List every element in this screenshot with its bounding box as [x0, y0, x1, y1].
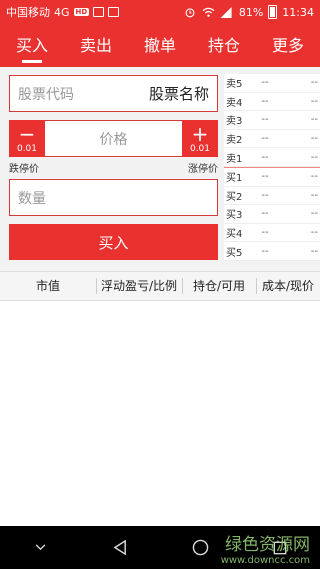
- column-floating-pnl[interactable]: 浮动盈亏/比例: [96, 271, 182, 301]
- order-book-divider: [224, 166, 320, 168]
- clock: 11:34: [282, 5, 314, 19]
- limit-price-row: 跌停价 涨停价: [9, 160, 218, 176]
- carrier-label: 中国移动: [6, 6, 50, 19]
- tab-buy[interactable]: 买入: [14, 24, 50, 67]
- book-price: --: [261, 245, 269, 257]
- stock-name-label: 股票名称: [148, 85, 209, 103]
- book-price: --: [261, 95, 269, 107]
- image-icon: [93, 7, 105, 17]
- android-nav-bar: 绿色资源网 www.downcc.com: [0, 526, 320, 569]
- book-volume: --: [310, 171, 318, 183]
- book-volume: --: [310, 77, 318, 89]
- limit-down-label: 跌停价: [9, 164, 39, 175]
- signal-icon: [220, 6, 232, 18]
- book-level-label: 卖4: [226, 97, 243, 109]
- stock-code-input[interactable]: 股票代码 股票名称: [9, 75, 218, 112]
- order-book-row: 买4 -- --: [224, 224, 320, 243]
- stock-code-placeholder: 股票代码: [18, 86, 74, 103]
- order-book-row: 卖2 -- --: [224, 130, 320, 149]
- book-volume: --: [310, 245, 318, 257]
- app-notification-icon: [108, 7, 120, 17]
- book-level-label: 买5: [226, 247, 243, 259]
- price-input[interactable]: 价格: [45, 120, 182, 157]
- book-price: --: [261, 114, 269, 126]
- order-book-row: 买3 -- --: [224, 205, 320, 224]
- book-level-label: 卖5: [226, 79, 243, 91]
- book-price: --: [261, 208, 269, 220]
- order-book-row: 买1 -- --: [224, 168, 320, 187]
- book-price: --: [261, 189, 269, 201]
- order-book: 卖5 -- -- 卖4 -- -- 卖3 -- -- 卖2 -- -- 卖1 -…: [224, 74, 320, 261]
- tab-holdings[interactable]: 持仓: [206, 24, 242, 67]
- book-price: --: [261, 77, 269, 89]
- price-placeholder: 价格: [99, 131, 128, 148]
- book-level-label: 买2: [226, 191, 243, 203]
- holdings-table-header: 市值 浮动盈亏/比例 持仓/可用 成本/现价: [0, 271, 320, 301]
- home-circle-icon: [192, 539, 208, 556]
- book-price: --: [261, 151, 269, 163]
- nav-back-button[interactable]: [100, 533, 140, 563]
- price-stepper: − 0.01 价格 + 0.01: [9, 120, 218, 157]
- increase-step-label: 0.01: [189, 143, 211, 154]
- book-volume: --: [310, 114, 318, 126]
- minus-icon: −: [18, 121, 36, 146]
- status-bar: 中国移动 4G HD 81% 11:34: [0, 0, 320, 24]
- quantity-input[interactable]: 数量: [9, 179, 218, 216]
- site-watermark: 绿色资源网 www.downcc.com: [221, 530, 310, 566]
- order-book-row: 卖3 -- --: [224, 111, 320, 130]
- book-level-label: 买3: [226, 210, 243, 222]
- quantity-placeholder: 数量: [18, 190, 46, 207]
- column-position-available[interactable]: 持仓/可用: [182, 271, 256, 301]
- alarm-icon: [185, 7, 195, 17]
- decrease-step-label: 0.01: [16, 143, 38, 154]
- order-book-row: 买5 -- --: [224, 242, 320, 261]
- book-price: --: [261, 227, 269, 239]
- book-level-label: 卖2: [226, 135, 243, 147]
- watermark-text: 绿色资源网: [225, 535, 310, 555]
- price-decrease-button[interactable]: − 0.01: [9, 120, 45, 157]
- book-level-label: 卖1: [226, 153, 243, 165]
- book-volume: --: [310, 189, 318, 201]
- wifi-icon: [202, 7, 215, 17]
- nav-home-button[interactable]: [180, 533, 220, 563]
- book-volume: --: [310, 151, 318, 163]
- limit-up-label: 涨停价: [188, 164, 218, 175]
- book-volume: --: [310, 133, 318, 145]
- back-triangle-icon: [113, 540, 126, 555]
- order-form: 股票代码 股票名称 − 0.01 价格 + 0.01 跌停价 涨停价 数量 买入: [9, 75, 218, 260]
- battery-percent: 81%: [238, 5, 264, 19]
- book-volume: --: [310, 227, 318, 239]
- order-book-row: 买2 -- --: [224, 187, 320, 206]
- tab-more[interactable]: 更多: [270, 24, 306, 67]
- plus-icon: +: [191, 121, 209, 146]
- chevron-down-icon: [35, 544, 45, 551]
- tab-cancel-order[interactable]: 撤单: [142, 24, 178, 67]
- tab-sell[interactable]: 卖出: [78, 24, 114, 67]
- watermark-url: www.downcc.com: [220, 555, 310, 566]
- buy-button[interactable]: 买入: [9, 224, 218, 260]
- book-level-label: 买4: [226, 229, 243, 241]
- column-market-value[interactable]: 市值: [0, 271, 96, 301]
- book-price: --: [261, 171, 269, 183]
- order-book-row: 卖4 -- --: [224, 93, 320, 112]
- column-cost-current-price[interactable]: 成本/现价: [256, 271, 320, 301]
- book-volume: --: [310, 208, 318, 220]
- holdings-list-empty: [0, 301, 320, 526]
- battery-icon: [268, 5, 278, 19]
- app-root: 中国移动 4G HD 81% 11:34 买入 卖出 撤单 持仓 更多 股票代码…: [0, 0, 320, 569]
- book-level-label: 卖3: [226, 116, 243, 128]
- hd-badge: HD: [73, 8, 90, 16]
- book-price: --: [261, 133, 269, 145]
- book-volume: --: [310, 95, 318, 107]
- order-book-row: 卖1 -- --: [224, 148, 320, 167]
- nav-collapse-button[interactable]: [20, 533, 60, 563]
- order-book-row: 卖5 -- --: [224, 74, 320, 93]
- book-level-label: 买1: [226, 173, 243, 185]
- network-label: 4G: [54, 5, 70, 19]
- trade-tab-bar: 买入 卖出 撤单 持仓 更多: [0, 24, 320, 67]
- price-increase-button[interactable]: + 0.01: [182, 120, 218, 157]
